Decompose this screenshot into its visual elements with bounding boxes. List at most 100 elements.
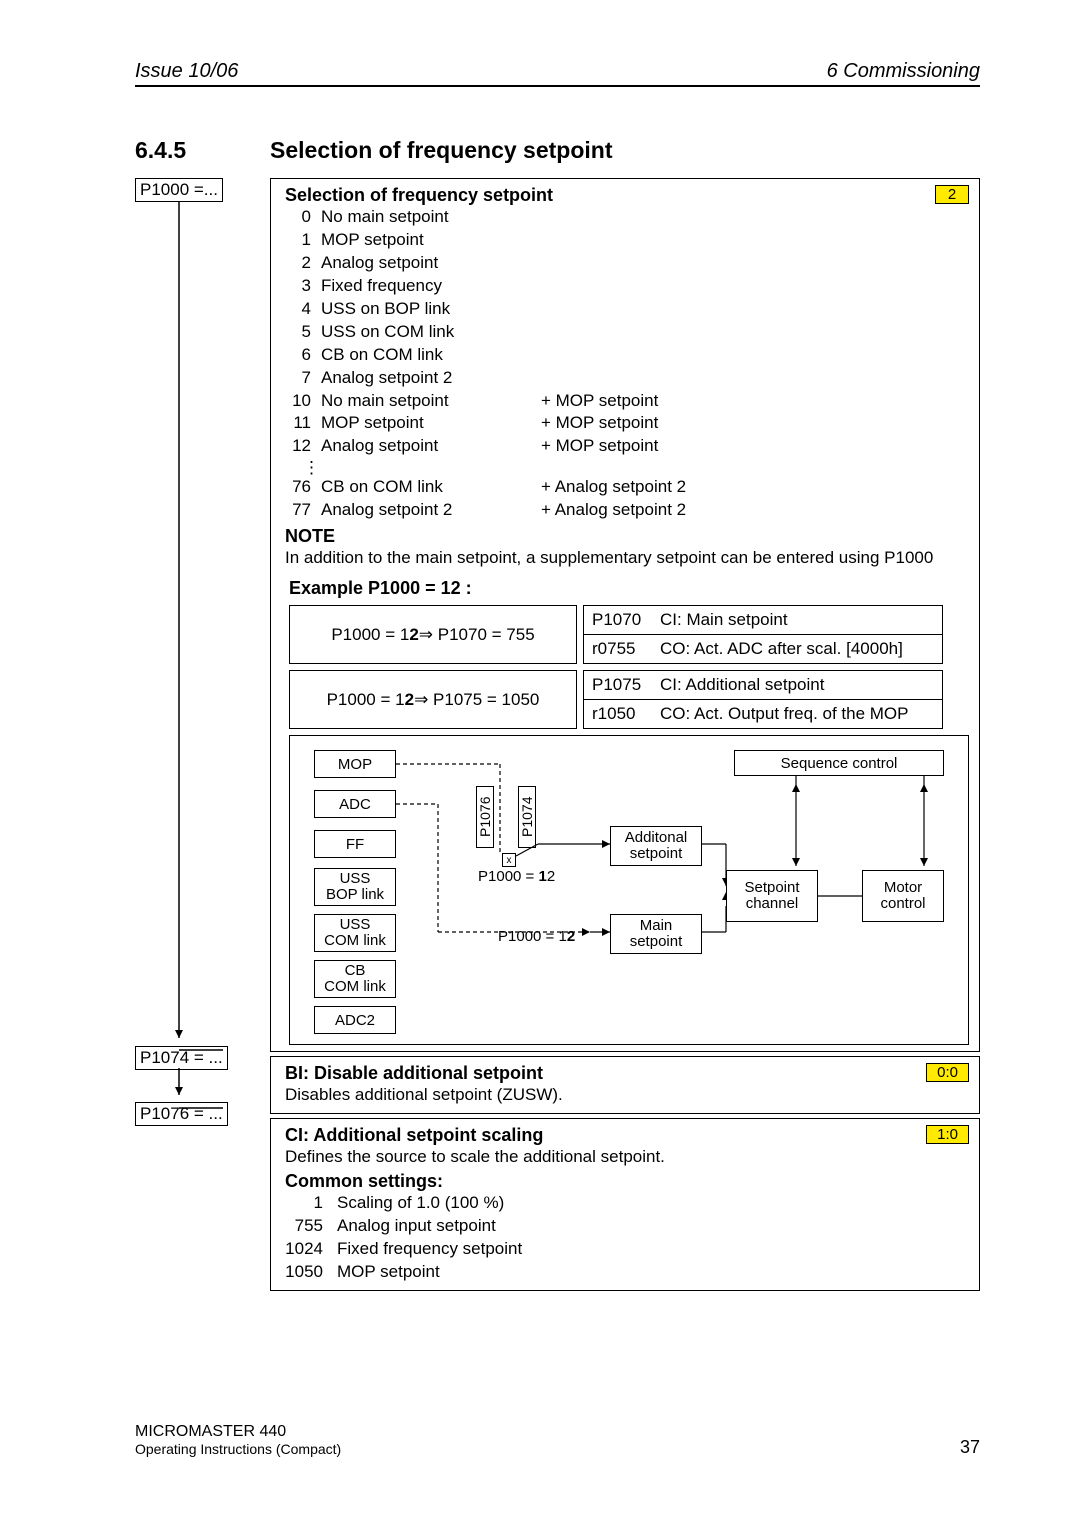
note-text: In addition to the main setpoint, a supp… [285, 547, 969, 570]
param-desc: CO: Act. ADC after scal. [4000h] [660, 639, 903, 659]
opt-extra: + MOP setpoint [541, 412, 658, 435]
footer-subtitle: Operating Instructions (Compact) [135, 1441, 341, 1458]
opt-extra: + Analog setpoint 2 [541, 499, 686, 522]
opt-label: Analog setpoint [321, 435, 541, 458]
opt-num: 0 [285, 206, 321, 229]
opt-num: 1 [285, 229, 321, 252]
opt-label: Fixed frequency [321, 275, 442, 298]
src-adc2: ADC2 [314, 1006, 396, 1034]
plabel2-b: 2 [567, 928, 575, 945]
p1076-box: CI: Additional setpoint scaling 1:0 Defi… [270, 1118, 980, 1291]
p1076-title: CI: Additional setpoint scaling [285, 1125, 926, 1146]
ex-text: P1000 = 1 [331, 625, 409, 645]
param-tag-p1074: P1074 = ... [135, 1046, 228, 1070]
block-diagram: MOP ADC FF USS BOP link USS COM link CB … [289, 735, 969, 1045]
p1000-box: Selection of frequency setpoint 2 0No ma… [270, 178, 980, 1052]
plabel2: P1000 = 12 [498, 928, 575, 945]
param-desc: CI: Main setpoint [660, 610, 788, 630]
param-tag-p1000: P1000 =... [135, 178, 223, 202]
plabel2-a: P1000 = 1 [498, 928, 567, 945]
example-right-row: P1075CI: Additional setpoint [583, 670, 943, 700]
plabel1-c: 2 [547, 868, 555, 885]
ex-bold: 2 [409, 625, 418, 645]
opt-num: 1 [285, 1192, 337, 1215]
opt-extra: + MOP setpoint [541, 390, 658, 413]
opt-label: Analog setpoint 2 [321, 499, 541, 522]
opt-label: No main setpoint [321, 390, 541, 413]
example-right-row: P1070CI: Main setpoint [583, 605, 943, 635]
plabel1: P1000 = 12 [478, 868, 555, 885]
src-uss-com: USS COM link [314, 914, 396, 952]
opt-num: 12 [285, 435, 321, 458]
p1000-badge: 2 [935, 185, 969, 204]
motor-control-box: Motor control [862, 870, 944, 922]
example-right-row: r0755CO: Act. ADC after scal. [4000h] [583, 635, 943, 664]
p1076-desc: Defines the source to scale the addition… [285, 1146, 969, 1169]
opt-label: USS on COM link [321, 321, 454, 344]
param-code: P1075 [592, 675, 660, 695]
param-code: r0755 [592, 639, 660, 659]
opt-label: MOP setpoint [321, 412, 541, 435]
ex-text: ⇒ P1070 = 755 [419, 625, 535, 645]
opt-num: 6 [285, 344, 321, 367]
param-code: P1070 [592, 610, 660, 630]
example-left: P1000 = 12 ⇒ P1070 = 755 [289, 605, 577, 664]
opt-label: Analog setpoint 2 [321, 367, 452, 390]
p1074-badge: 0:0 [926, 1063, 969, 1082]
switch-box: x [502, 853, 516, 867]
p1074-title: BI: Disable additional setpoint [285, 1063, 926, 1084]
p1076-vert: P1076 [476, 786, 494, 848]
opt-label: CB on COM link [321, 476, 541, 499]
setpoint-channel-box: Setpoint channel [726, 870, 818, 922]
opt-label: Fixed frequency setpoint [337, 1238, 522, 1261]
opt-num: 11 [285, 412, 321, 435]
opt-num: 1024 [285, 1238, 337, 1261]
param-tag-p1076: P1076 = ... [135, 1102, 228, 1126]
opt-label: USS on BOP link [321, 298, 450, 321]
opt-label: Analog input setpoint [337, 1215, 496, 1238]
example-right-row: r1050CO: Act. Output freq. of the MOP [583, 700, 943, 729]
opt-num: 10 [285, 390, 321, 413]
section-title: Selection of frequency setpoint [270, 137, 613, 164]
vertical-ellipsis-icon: ⋮ [285, 458, 969, 476]
ex-text: ⇒ P1075 = 1050 [414, 690, 539, 710]
ex-text: P1000 = 1 [327, 690, 405, 710]
opt-num: 7 [285, 367, 321, 390]
opt-label: MOP setpoint [337, 1261, 440, 1284]
p1074-vert: P1074 [518, 786, 536, 848]
p1076-badge: 1:0 [926, 1125, 969, 1144]
opt-num: 3 [285, 275, 321, 298]
opt-num: 2 [285, 252, 321, 275]
footer-product: MICROMASTER 440 [135, 1422, 341, 1441]
note-title: NOTE [285, 526, 969, 547]
param-code: r1050 [592, 704, 660, 724]
opt-label: MOP setpoint [321, 229, 424, 252]
example-title: Example P1000 = 12 : [289, 578, 969, 599]
plabel1-b: 1 [538, 868, 546, 885]
header-left: Issue 10/06 [135, 60, 238, 83]
header-right: 6 Commissioning [827, 60, 980, 83]
ex-bold: 2 [405, 690, 414, 710]
main-setpoint-box: Main setpoint [610, 914, 702, 954]
opt-label: Scaling of 1.0 (100 %) [337, 1192, 504, 1215]
src-cb-com: CB COM link [314, 960, 396, 998]
plabel1-a: P1000 = [478, 868, 538, 885]
p1074-box: BI: Disable additional setpoint 0:0 Disa… [270, 1056, 980, 1114]
opt-num: 4 [285, 298, 321, 321]
src-uss-bop: USS BOP link [314, 868, 396, 906]
example-left: P1000 = 12 ⇒ P1075 = 1050 [289, 670, 577, 729]
opt-num: 1050 [285, 1261, 337, 1284]
param-desc: CO: Act. Output freq. of the MOP [660, 704, 909, 724]
src-adc: ADC [314, 790, 396, 818]
p1074-desc: Disables additional setpoint (ZUSW). [285, 1084, 969, 1107]
opt-label: CB on COM link [321, 344, 443, 367]
page-number: 37 [960, 1437, 980, 1458]
section-number: 6.4.5 [135, 137, 270, 164]
opt-num: 755 [285, 1215, 337, 1238]
opt-extra: + Analog setpoint 2 [541, 476, 686, 499]
opt-label: No main setpoint [321, 206, 449, 229]
additional-setpoint-box: Additonal setpoint [610, 826, 702, 866]
opt-extra: + MOP setpoint [541, 435, 658, 458]
opt-num: 76 [285, 476, 321, 499]
connector-lines [135, 178, 270, 1188]
